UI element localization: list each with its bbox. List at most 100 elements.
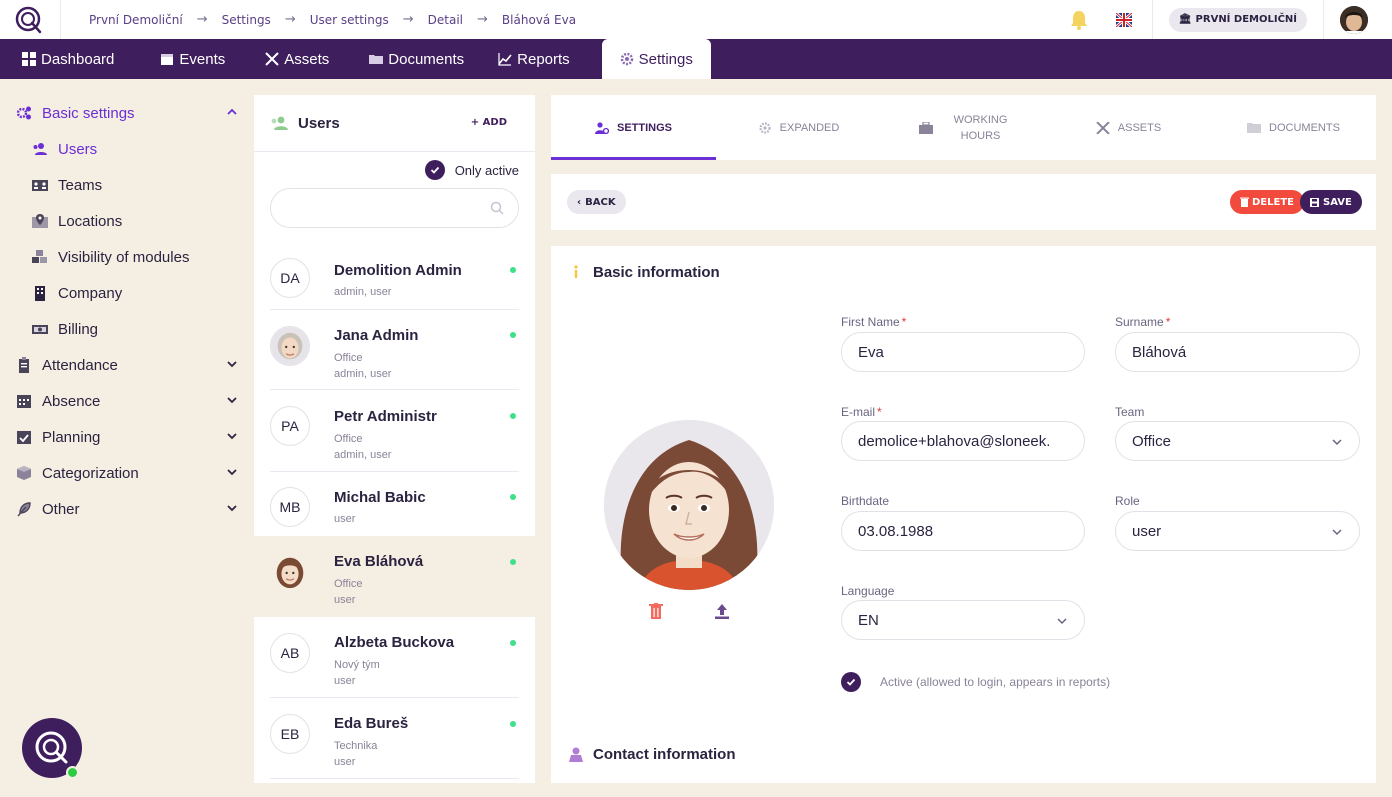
folder-icon [369,55,384,64]
avatar-image [271,553,309,591]
tab-working-hours[interactable]: WORKING HOURS [881,95,1046,160]
sidebar-item-other[interactable]: Other [0,491,254,527]
gear-icon [620,52,633,66]
email-field[interactable]: demolice+blahova@sloneek. [841,421,1085,461]
sidebar-item-categorization[interactable]: Categorization [0,455,254,491]
role-select[interactable]: user [1115,511,1360,551]
back-button[interactable]: ‹ BACK [567,190,626,214]
surname-field[interactable]: Bláhová [1115,332,1360,372]
team-select[interactable]: Office [1115,421,1360,461]
user-form: Basic information First Name * Eva Surnam… [551,246,1376,783]
profile-image [604,420,774,590]
divider [270,778,519,779]
status-dot [510,559,516,565]
language-select[interactable]: EN [841,600,1085,640]
user-photo-avatar [270,326,310,366]
nav-reports[interactable]: Reports [482,39,586,79]
teams-icon [32,180,48,191]
nav-settings[interactable]: Settings [601,39,711,79]
first-name-label: First Name * [841,315,906,329]
sidebar-item-company[interactable]: Company [0,275,254,311]
user-list-item[interactable]: EB Eda Bureš Technika user [254,698,535,779]
user-roles: user [334,675,356,687]
breadcrumb: První Demoliční → Settings → User settin… [89,12,576,27]
trash-icon[interactable] [649,603,663,619]
tab-expanded[interactable]: EXPANDED [716,95,881,160]
chevron-down-icon [1332,529,1342,536]
user-avatar[interactable] [1340,5,1368,34]
status-dot [510,494,516,500]
checkmark-icon [424,160,445,180]
tab-label: ASSETS [1117,121,1162,134]
breadcrumb-item[interactable]: První Demoliční [89,13,183,27]
section-title-contact: Contact information [593,746,736,763]
sidebar-item-teams[interactable]: Teams [0,167,254,203]
user-initials-avatar: EB [270,714,310,754]
delete-button[interactable]: DELETE [1230,190,1304,214]
save-label: SAVE [1323,196,1352,208]
save-button[interactable]: SAVE [1300,190,1362,214]
add-label: ADD [482,117,507,128]
user-list-item[interactable]: MB Michal Babic user [254,472,535,536]
user-initials-avatar: DA [270,258,310,298]
first-name-field[interactable]: Eva [841,332,1085,372]
tab-settings[interactable]: SETTINGS [551,95,716,160]
user-list-item-selected[interactable]: Eva Bláhová Office user [254,536,535,617]
profile-photo[interactable] [604,420,774,590]
breadcrumb-item[interactable]: Settings [222,13,271,27]
chevron-down-icon[interactable] [226,466,238,478]
folder-icon [1247,122,1262,133]
arrow-right-icon: → [477,12,488,27]
label-text: First Name [841,315,900,329]
birthdate-field[interactable]: 03.08.1988 [841,511,1085,551]
chevron-up-icon[interactable] [226,106,238,118]
gear-icon [759,121,771,134]
user-list-item[interactable]: Jana Admin Office admin, user [254,310,535,390]
chevron-down-icon[interactable] [226,430,238,442]
bell-icon[interactable] [1070,10,1088,30]
tab-documents[interactable]: DOCUMENTS [1211,95,1376,160]
user-search-input[interactable] [270,188,519,228]
floppy-icon [1310,197,1319,207]
sidebar-item-visibility[interactable]: Visibility of modules [0,239,254,275]
nav-dashboard[interactable]: Dashboard [0,39,130,79]
breadcrumb-item[interactable]: User settings [310,13,389,27]
nav-assets[interactable]: Assets [249,39,345,79]
action-bar: ‹ BACK DELETE SAVE [551,174,1376,230]
sidebar-item-absence[interactable]: Absence [0,383,254,419]
sidebar-item-planning[interactable]: Planning [0,419,254,455]
sidebar-label: Categorization [42,464,139,482]
sidebar-label: Billing [58,320,99,338]
sidebar-item-attendance[interactable]: Attendance [0,347,254,383]
chevron-down-icon[interactable] [226,358,238,370]
sidebar-item-locations[interactable]: Locations [0,203,254,239]
sidebar-item-billing[interactable]: Billing [0,311,254,347]
user-list-item[interactable]: AB Alzbeta Buckova Nový tým user [254,617,535,698]
user-list-item[interactable]: PA Petr Administr Office admin, user [254,390,535,472]
arrow-right-icon: → [196,12,208,27]
user-list-item[interactable]: DA Demolition Admin admin, user [254,246,535,310]
upload-icon[interactable] [714,603,730,619]
app-logo-icon[interactable] [14,5,44,35]
money-icon [32,325,48,334]
sidebar-item-users[interactable]: Users [0,131,254,167]
sidebar-label: Users [58,140,98,158]
sidebar-label: Basic settings [42,104,135,122]
chevron-down-icon[interactable] [226,394,238,406]
add-user-button[interactable]: + ADD [471,117,507,128]
tab-assets[interactable]: ASSETS [1046,95,1211,160]
breadcrumb-item: Bláhová Eva [501,12,577,27]
sidebar-item-basic-settings[interactable]: Basic settings [0,95,254,131]
briefcase-icon [918,121,933,134]
chevron-down-icon[interactable] [226,502,238,514]
nav-events[interactable]: Events [144,39,241,79]
tools-icon [1096,121,1110,134]
breadcrumb-item[interactable]: Detail [428,13,463,27]
nav-documents[interactable]: Documents [353,39,480,79]
only-active-toggle[interactable]: Only active [424,160,519,180]
active-checkbox[interactable]: Active (allowed to login, appears in rep… [841,672,1110,692]
organization-button[interactable]: 🏛 PRVNÍ DEMOLIČNÍ [1168,7,1307,32]
uk-flag-icon[interactable] [1115,12,1132,27]
cube-icon [17,466,31,480]
user-initials-avatar: MB [270,487,310,527]
